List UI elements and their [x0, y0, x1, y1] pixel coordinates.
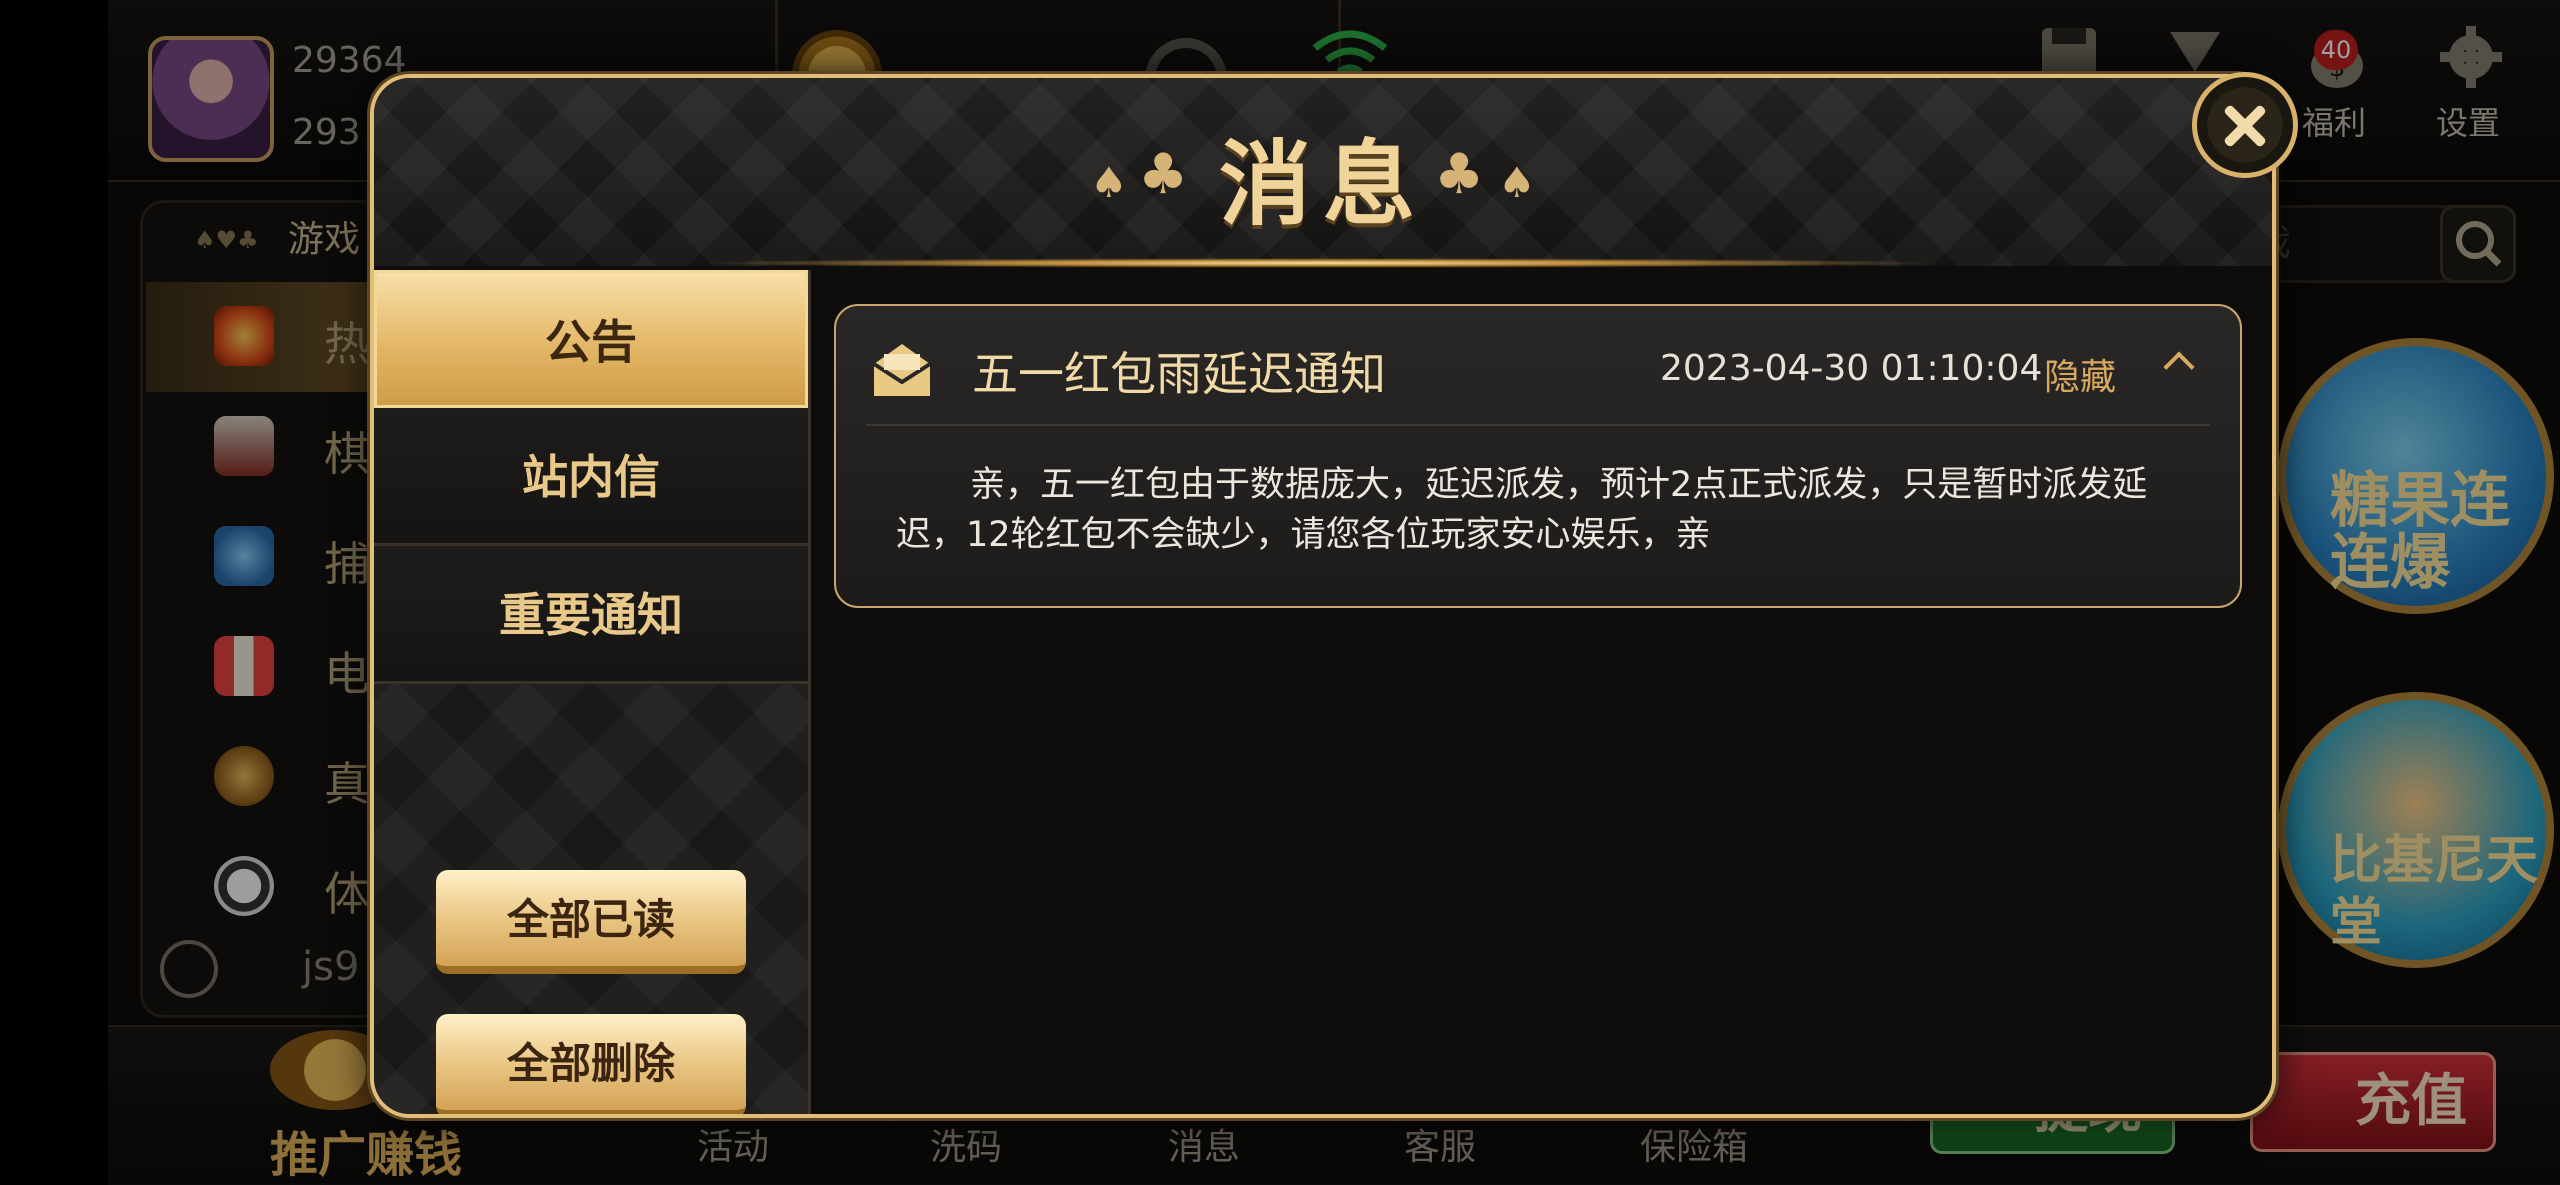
message-title: 五一红包雨延迟通知 [972, 347, 1386, 401]
messages-dialog: ♠ ♣ 消息 ♣ ♠ 公告 站内信 重要通知 全部已读 全部删除 五一红包雨延迟… [370, 74, 2276, 1118]
card-divider [866, 424, 2210, 426]
message-timestamp: 2023-04-30 01:10:04 [1660, 348, 2043, 389]
dialog-header: ♠ ♣ 消息 ♣ ♠ [374, 78, 2272, 268]
message-card[interactable]: 五一红包雨延迟通知 2023-04-30 01:10:04 隐藏 亲，五一红包由… [834, 304, 2242, 608]
envelope-icon [872, 344, 932, 396]
chevron-up-icon[interactable] [2163, 351, 2195, 383]
spade-icon: ♠ [1498, 158, 1536, 207]
hide-toggle[interactable]: 隐藏 [2044, 348, 2116, 400]
dialog-title: 消息 [1218, 131, 1427, 238]
mark-all-read-button[interactable]: 全部已读 [436, 870, 746, 974]
message-tabs-panel: 公告 站内信 重要通知 全部已读 全部删除 [374, 270, 811, 1114]
tab-announcement[interactable]: 公告 [374, 270, 808, 408]
header-divider [694, 258, 1944, 268]
club-icon: ♣ [1434, 142, 1485, 207]
close-icon[interactable] [2192, 72, 2298, 178]
message-body: 亲，五一红包由于数据庞大，延迟派发，预计2点正式派发，只是暂时派发延迟，12轮红… [896, 465, 2148, 555]
tab-important[interactable]: 重要通知 [374, 546, 808, 684]
tab-inbox[interactable]: 站内信 [374, 408, 808, 546]
delete-all-button[interactable]: 全部删除 [436, 1014, 746, 1114]
